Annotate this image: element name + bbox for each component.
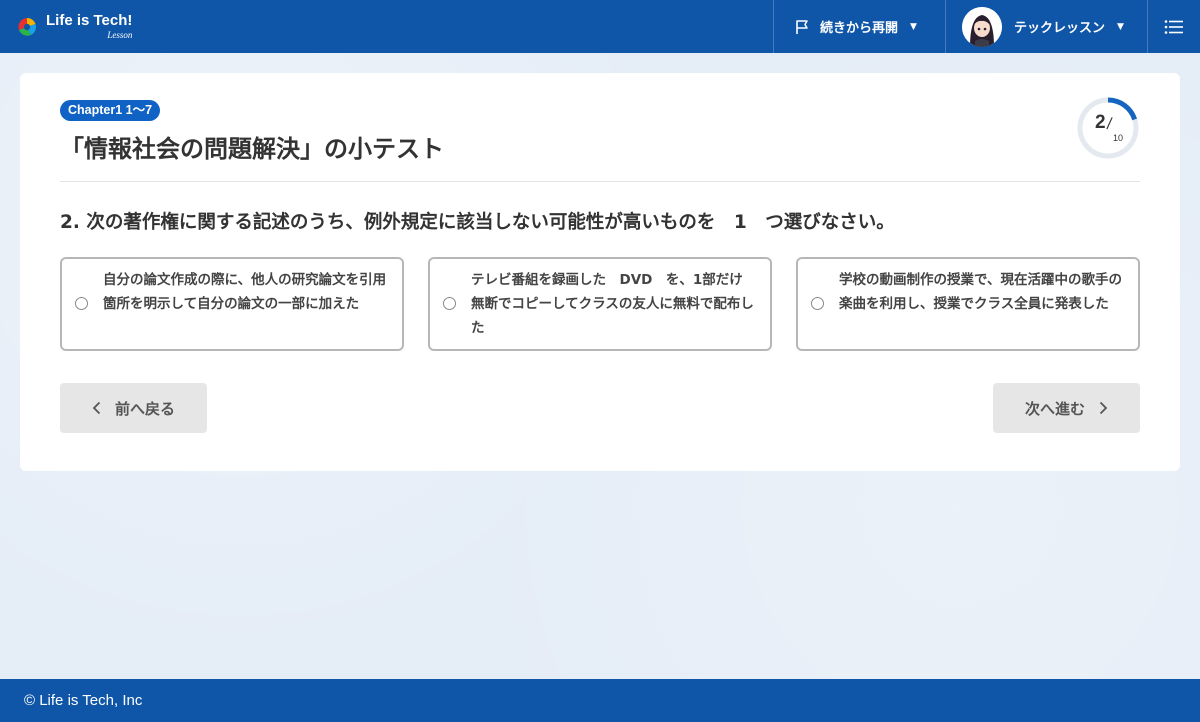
chevron-right-icon — [1099, 401, 1108, 415]
prev-button[interactable]: 前へ戻る — [60, 383, 207, 433]
avatar — [962, 6, 1002, 47]
progress-slash: / — [1105, 116, 1114, 133]
answer-options: 自分の論文作成の際に、他人の研究論文を引用箇所を明示して自分の論文の一部に加えた… — [60, 257, 1140, 351]
logo[interactable]: Life is Tech! Lesson — [0, 0, 132, 53]
prev-label: 前へ戻る — [114, 399, 175, 418]
progress-current: 2 — [1095, 112, 1106, 133]
flag-icon — [794, 19, 810, 35]
resume-dropdown-button[interactable]: 続きから再開 ▼ — [773, 0, 945, 53]
resume-label: 続きから再開 — [820, 21, 899, 36]
top-header: Life is Tech! Lesson 続きから再開 ▼ テックレッスン ▼ — [0, 0, 1200, 53]
answer-option-2[interactable]: テレビ番組を録画した DVD を、1部だけ無断でコピーしてクラスの友人に無料で配… — [428, 257, 772, 351]
question-text: 2. 次の著作権に関する記述のうち、例外規定に該当しない可能性が高いものを 1 … — [60, 212, 895, 233]
answer-option-1[interactable]: 自分の論文作成の際に、他人の研究論文を引用箇所を明示して自分の論文の一部に加えた — [60, 257, 404, 351]
answer-option-text: テレビ番組を録画した DVD を、1部だけ無断でコピーしてクラスの友人に無料で配… — [471, 272, 754, 336]
answer-option-3[interactable]: 学校の動画制作の授業で、現在活躍中の歌手の楽曲を利用し、授業でクラス全員に発表し… — [796, 257, 1140, 351]
next-button[interactable]: 次へ進む — [993, 383, 1140, 433]
caret-down-icon: ▼ — [910, 21, 917, 32]
list-menu-icon — [1164, 19, 1184, 35]
answer-option-text: 自分の論文作成の際に、他人の研究論文を引用箇所を明示して自分の論文の一部に加えた — [103, 272, 387, 312]
divider — [60, 181, 1140, 182]
progress-indicator: 2 / 10 — [1076, 96, 1140, 160]
chapter-badge: Chapter1 1～7 — [60, 100, 161, 121]
user-menu-button[interactable]: テックレッスン ▼ — [945, 0, 1147, 53]
logo-title: Life is Tech! — [46, 12, 133, 29]
user-name: テックレッスン — [1014, 21, 1106, 36]
caret-down-icon: ▼ — [1117, 21, 1124, 32]
copyright-text: © Life is Tech, Inc — [24, 692, 143, 709]
progress-total: 10 — [1113, 133, 1124, 143]
page-title: 「情報社会の問題解決」の小テスト — [60, 135, 444, 163]
quiz-card: Chapter1 1～7 「情報社会の問題解決」の小テスト 2 / 10 2. … — [20, 73, 1180, 471]
answer-option-text: 学校の動画制作の授業で、現在活躍中の歌手の楽曲を利用し、授業でクラス全員に発表し… — [839, 272, 1122, 312]
logo-mark-icon — [16, 16, 38, 38]
radio-icon — [75, 297, 88, 310]
footer: © Life is Tech, Inc — [0, 679, 1200, 722]
radio-icon — [443, 297, 456, 310]
chevron-left-icon — [92, 401, 101, 415]
list-menu-button[interactable] — [1147, 0, 1200, 53]
next-label: 次へ進む — [1024, 399, 1085, 418]
radio-icon — [811, 297, 824, 310]
logo-subtitle: Lesson — [107, 30, 133, 40]
